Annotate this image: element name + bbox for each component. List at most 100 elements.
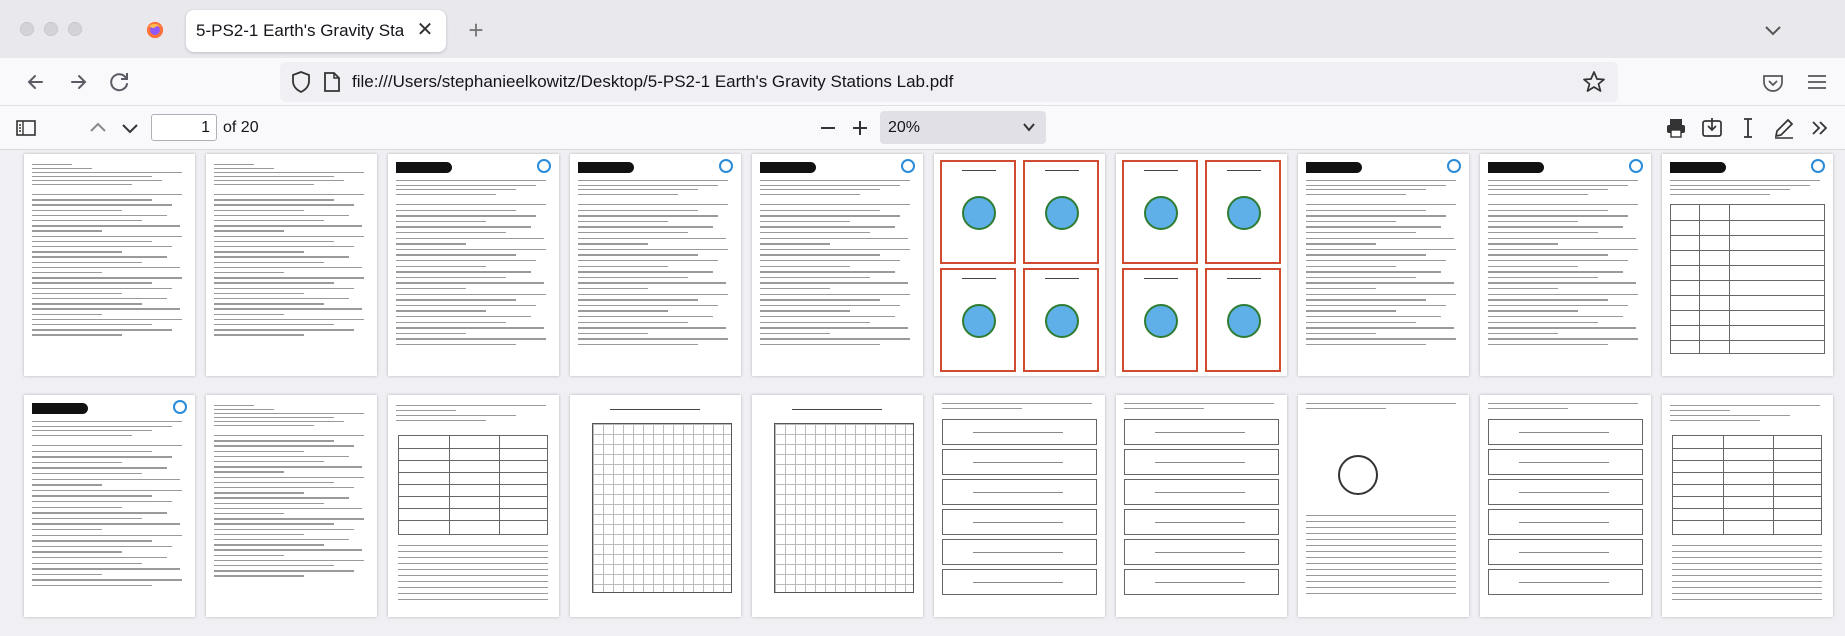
text-line [1670,420,1760,422]
text-line [396,276,506,279]
pocket-icon[interactable] [1762,73,1784,93]
answer-box [942,569,1097,595]
page-thumbnail[interactable] [388,154,559,376]
card-picture [1227,304,1261,338]
page-thumbnail[interactable] [1480,395,1651,617]
text-line [1306,563,1456,565]
text-line [1155,432,1245,434]
page-thumbnail[interactable] [206,395,377,617]
page-thumbnail[interactable] [934,395,1105,617]
page-info-icon[interactable] [322,71,342,93]
text-line [578,299,698,301]
text-line [1306,515,1456,517]
hamburger-menu-icon[interactable] [1806,72,1828,92]
text-line [760,243,830,245]
text-cursor-icon[interactable] [1736,116,1760,140]
page-thumbnail[interactable] [934,154,1105,376]
page-thumbnail[interactable] [570,154,741,376]
text-line [396,304,536,307]
text-line [214,513,284,515]
page-thumbnail[interactable] [24,395,195,617]
text-line [1488,265,1578,267]
reload-icon[interactable] [106,68,134,96]
pen-icon[interactable] [1772,116,1796,140]
answer-box [1488,419,1643,445]
text-line [1306,220,1396,223]
text-line [32,579,182,581]
zoom-select[interactable]: 20% [880,111,1046,144]
text-line [214,199,334,201]
new-tab-button[interactable]: + [462,16,490,44]
table-rule [449,436,450,534]
page-thumbnail[interactable] [206,154,377,376]
pdf-viewer[interactable] [0,150,1845,636]
page-count: of 20 [223,119,259,136]
tab-pdf[interactable]: 5-PS2-1 Earth's Gravity Stations Lab.pdf… [186,10,446,52]
table-rule [399,472,547,473]
sidebar-toggle-icon[interactable] [14,116,38,140]
text-line [32,495,152,497]
page-thumbnail[interactable] [570,395,741,617]
text-line [1306,276,1416,279]
text-line [1488,282,1636,284]
text-line [214,481,334,484]
text-line [214,272,284,274]
url-text[interactable]: file:///Users/stephanieelkowitz/Desktop/… [352,72,953,92]
print-icon[interactable] [1664,116,1688,140]
page-thumbnail[interactable] [388,395,559,617]
previous-page-icon[interactable] [86,116,110,140]
page-thumbnail[interactable] [752,395,923,617]
answer-box [1124,419,1279,445]
text-line [1672,569,1822,571]
page-thumbnail[interactable] [24,154,195,376]
text-line [1672,575,1822,577]
next-page-icon[interactable] [118,116,142,140]
url-bar[interactable]: file:///Users/stephanieelkowitz/Desktop/… [280,62,1618,102]
page-thumbnail[interactable] [1480,154,1651,376]
text-line [1306,403,1456,405]
text-line [32,199,152,201]
back-arrow-icon[interactable] [22,68,50,96]
minimize-window-button[interactable] [44,22,58,36]
page-thumbnail[interactable] [1298,154,1469,376]
page-number-input[interactable]: 1 [151,114,217,141]
page-thumbnail[interactable] [1116,395,1287,617]
close-tab-button[interactable]: ✕ [414,19,436,41]
text-line [1488,299,1608,301]
shield-icon[interactable] [290,70,312,94]
text-line [1488,180,1638,182]
text-line [32,517,142,520]
text-line [1306,180,1456,182]
station-card [1122,160,1198,264]
text-line [214,282,334,284]
double-chevron-icon[interactable] [1808,116,1832,140]
text-line [1488,215,1628,217]
zoom-in-icon[interactable] [848,116,872,140]
forward-arrow-icon[interactable] [64,68,92,96]
text-line [214,533,304,536]
page-thumbnail[interactable] [1116,154,1287,376]
zoom-out-icon[interactable] [816,116,840,140]
page-thumbnail[interactable] [1662,395,1833,617]
text-line [214,235,364,237]
text-line [32,172,182,174]
text-line [760,293,910,295]
chevron-down-icon[interactable] [1761,18,1785,42]
page-thumbnail[interactable] [1298,395,1469,617]
text-line [1155,462,1245,464]
zoom-window-button[interactable] [68,22,82,36]
download-icon[interactable] [1700,116,1724,140]
text-line [396,189,516,191]
table-rule [1671,280,1824,281]
page-thumbnail[interactable] [752,154,923,376]
page-thumbnail[interactable] [1662,154,1833,376]
table-rule [1671,340,1824,341]
text-line [1306,209,1426,211]
text-line [32,292,122,295]
table-rule [1673,448,1821,449]
text-line [1488,232,1598,234]
text-line [1488,184,1628,186]
star-icon[interactable] [1582,70,1606,94]
text-line [1488,189,1608,191]
close-window-button[interactable] [20,22,34,36]
